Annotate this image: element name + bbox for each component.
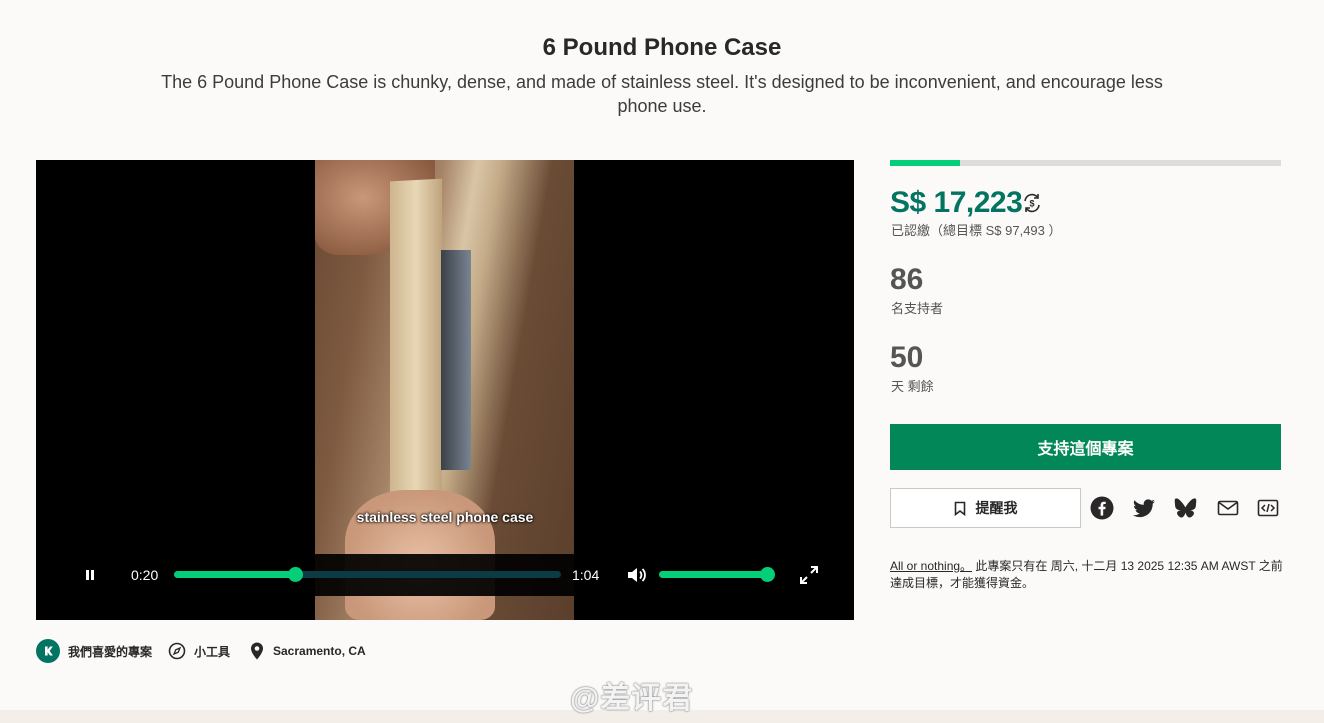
backers-label: 名支持者	[891, 301, 944, 316]
seek-bar[interactable]	[174, 567, 561, 582]
back-this-project-button[interactable]: 支持這個專案	[890, 424, 1281, 470]
twitter-icon[interactable]	[1132, 496, 1156, 520]
volume-handle[interactable]	[760, 567, 775, 582]
funding-progress-fill	[890, 160, 961, 166]
current-time: 0:20	[131, 567, 159, 583]
pause-icon[interactable]	[83, 568, 97, 582]
days-left-label: 天 剩餘	[891, 379, 934, 394]
fullscreen-icon[interactable]	[799, 565, 819, 585]
seek-fill	[174, 571, 295, 578]
bluesky-icon[interactable]	[1174, 496, 1198, 520]
backers-count: 86	[890, 263, 924, 296]
location-label: Sacramento, CA	[273, 644, 366, 658]
watermark: @差评君	[570, 682, 694, 715]
category-link[interactable]: 小工具	[168, 639, 230, 663]
embed-icon[interactable]	[1256, 496, 1280, 520]
email-icon[interactable]	[1216, 496, 1240, 520]
location-link[interactable]: Sacramento, CA	[249, 639, 366, 663]
video-player[interactable]: stainless steel phone case 0:20 1:04	[36, 160, 854, 620]
currency-conversion-icon[interactable]: $	[1021, 192, 1043, 214]
funding-progress-bar	[890, 160, 1281, 166]
seek-handle[interactable]	[287, 567, 303, 582]
project-blurb: The 6 Pound Phone Case is chunky, dense,…	[161, 72, 1163, 116]
project-title: 6 Pound Phone Case	[542, 34, 782, 61]
all-or-nothing-notice: All or nothing。 此專案只有在 周六, 十二月 13 2025 1…	[890, 558, 1290, 592]
staff-pick-label: 我們喜愛的專案	[68, 644, 153, 659]
volume-fill	[659, 571, 767, 578]
svg-text:$: $	[1029, 199, 1034, 209]
days-left-count: 50	[890, 341, 924, 374]
volume-icon[interactable]	[626, 565, 648, 585]
goal-text: 已認繳（總目標 S$ 97,493 ）	[891, 223, 1062, 238]
pledged-amount: S$ 17,223	[890, 186, 1023, 219]
video-controls: 0:20 1:04	[36, 554, 854, 596]
volume-slider[interactable]	[659, 567, 775, 582]
video-caption: stainless steel phone case	[356, 509, 534, 525]
video-frame	[315, 160, 574, 620]
all-or-nothing-link[interactable]: All or nothing。	[890, 559, 972, 573]
compass-icon	[168, 642, 186, 660]
kickstarter-icon	[36, 639, 60, 663]
remind-me-label: 提醒我	[975, 500, 1018, 516]
bookmark-icon	[954, 501, 965, 516]
remind-me-button[interactable]: 提醒我	[890, 488, 1081, 528]
staff-pick-link[interactable]: 我們喜愛的專案	[36, 639, 152, 663]
duration: 1:04	[572, 567, 600, 583]
location-pin-icon	[251, 642, 263, 660]
facebook-icon[interactable]	[1090, 496, 1114, 520]
category-label: 小工具	[194, 644, 231, 659]
